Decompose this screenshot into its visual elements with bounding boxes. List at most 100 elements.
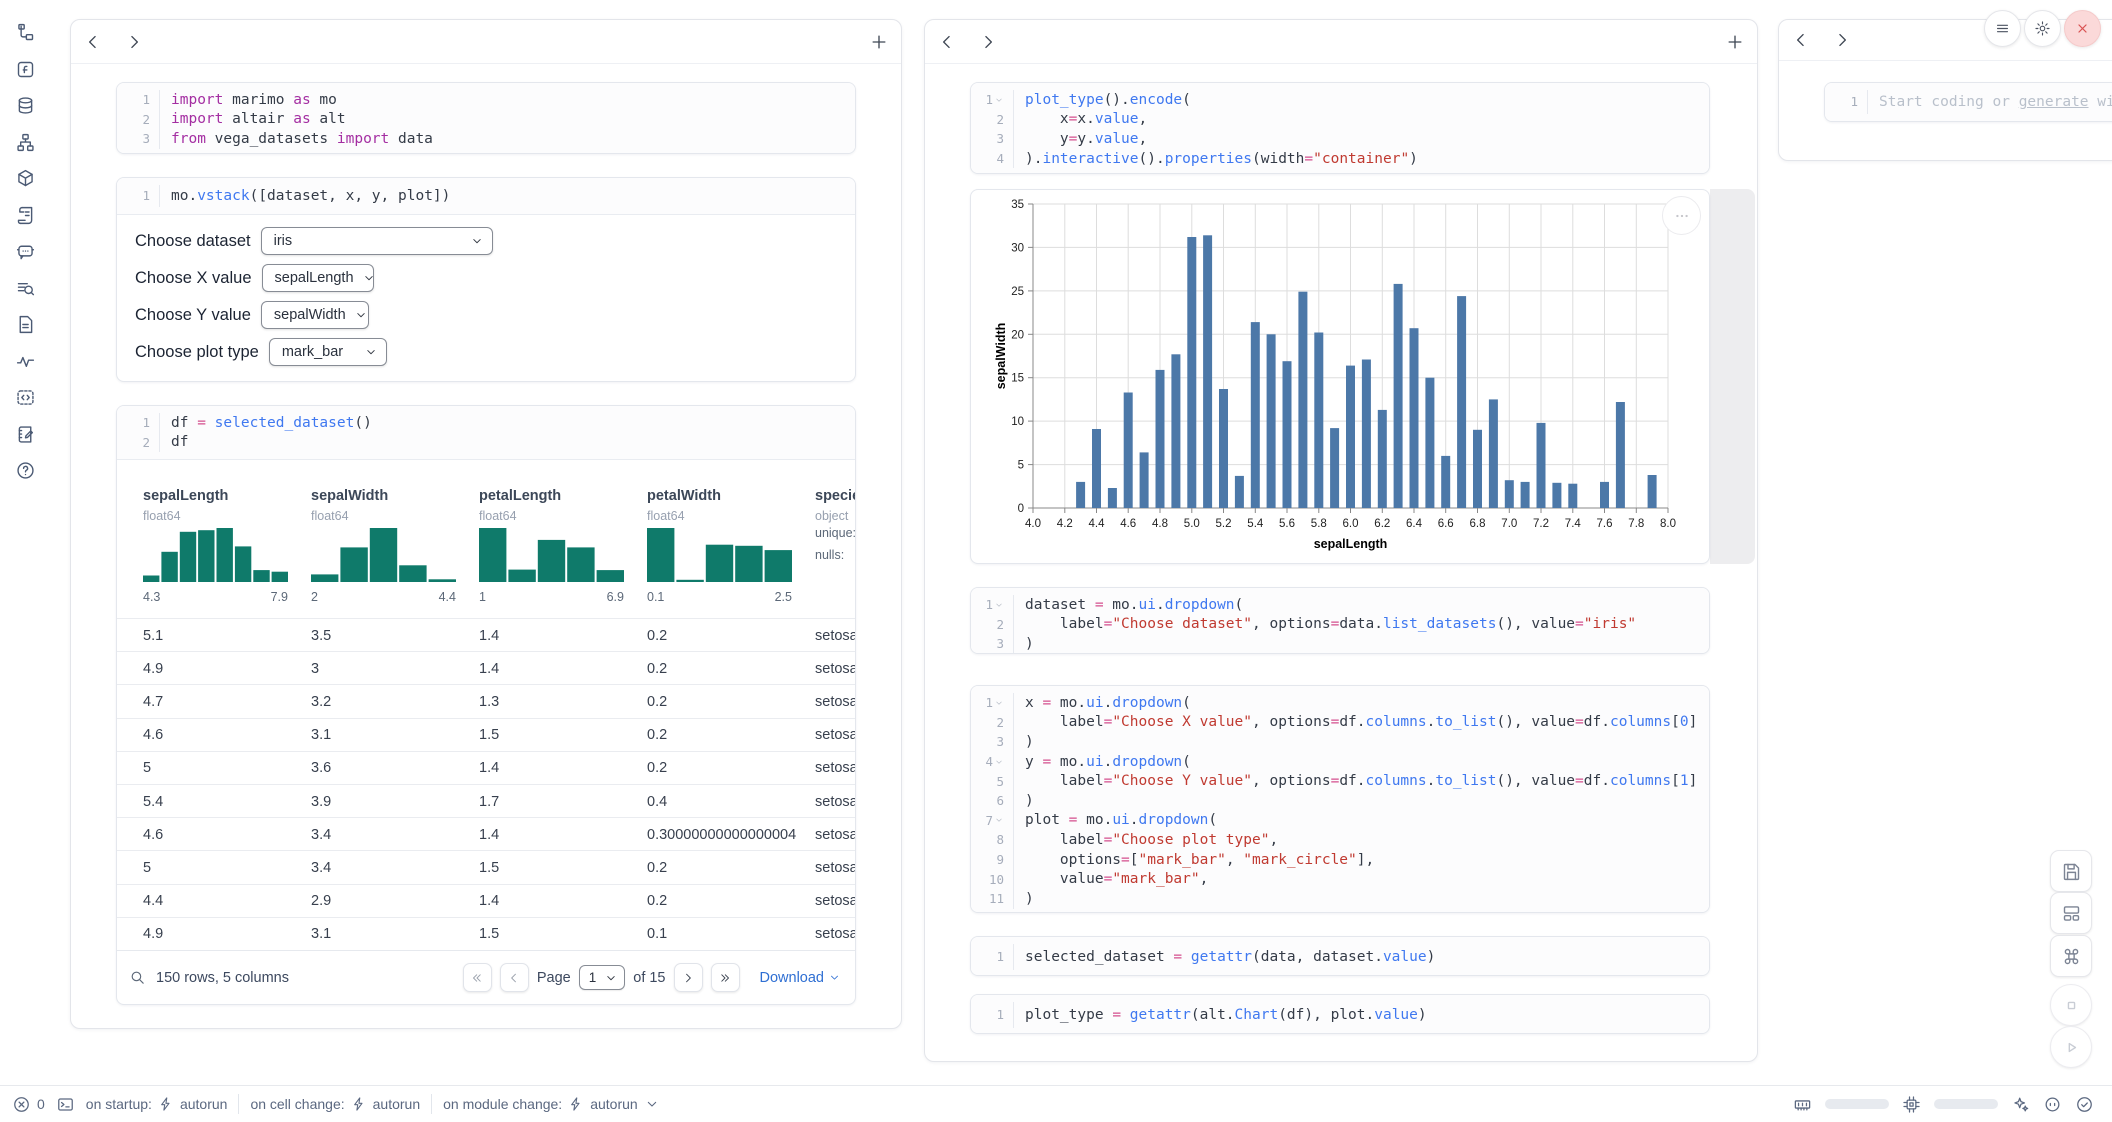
runtime-config-2[interactable]: on cell change:autorun (250, 1096, 420, 1112)
column-histogram (311, 526, 456, 582)
editor-placeholder[interactable]: Start coding or generate with AI (1867, 94, 2112, 110)
code-snippet-icon[interactable] (15, 387, 36, 408)
column-forward-button[interactable] (124, 32, 144, 52)
vstack-cell[interactable]: 1mo.vstack([dataset, x, y, plot]) Choose… (116, 177, 856, 382)
generate-link[interactable]: generate (2019, 94, 2089, 110)
column-header[interactable]: petalLength (479, 488, 561, 504)
script-icon[interactable] (15, 205, 36, 226)
table-row[interactable]: 4.73.21.30.2setosa (117, 684, 855, 718)
function-icon[interactable] (15, 59, 36, 80)
stop-button[interactable] (2050, 984, 2092, 1026)
code-editor[interactable]: 1plot_type().encode(2 x=x.value,3 y=y.va… (971, 83, 1709, 174)
svg-text:6.0: 6.0 (1343, 518, 1359, 530)
code-editor[interactable]: 1plot_type = getattr(alt.Chart(df), plot… (971, 995, 1709, 1034)
chart-actions-button[interactable] (1662, 196, 1701, 235)
table-search-icon[interactable] (129, 969, 146, 986)
code-editor[interactable]: 1dataset = mo.ui.dropdown(2 label="Choos… (971, 588, 1709, 654)
table-cell: 0.2 (647, 860, 667, 876)
control-select[interactable]: mark_bar (269, 338, 387, 366)
control-select[interactable]: iris (261, 227, 493, 255)
last-page-button[interactable] (711, 963, 740, 992)
table-cell: setosa (815, 893, 855, 909)
table-row[interactable]: 53.61.40.2setosa (117, 751, 855, 785)
svg-text:5: 5 (1018, 460, 1024, 472)
activity-icon[interactable] (15, 351, 36, 372)
page-select[interactable]: 1 (579, 965, 626, 990)
dataframe-table: sepalLengthfloat644.37.9sepalWidthfloat6… (117, 406, 855, 950)
document-icon[interactable] (15, 314, 36, 335)
search-list-icon[interactable] (15, 278, 36, 299)
code-editor[interactable]: 1mo.vstack([dataset, x, y, plot]) (117, 178, 855, 215)
imports-cell[interactable]: 1import marimo as mo2import altair as al… (116, 82, 856, 154)
column-back-button[interactable] (937, 32, 957, 52)
previous-page-button[interactable] (500, 963, 529, 992)
column-header[interactable]: sepalLength (143, 488, 228, 504)
command-palette-button[interactable] (2050, 935, 2092, 977)
chat-assistant-icon[interactable] (15, 241, 36, 262)
runtime-config-3[interactable]: on module change:autorun (443, 1096, 660, 1112)
error-counter[interactable]: 0 (12, 1095, 45, 1114)
config-value: autorun (590, 1096, 637, 1112)
table-cell: 3 (311, 661, 319, 677)
selected-dataset-cell[interactable]: 1selected_dataset = getattr(data, datase… (970, 936, 1710, 976)
terminal-icon[interactable] (56, 1095, 75, 1114)
column-header[interactable]: species (815, 488, 855, 504)
copilot-icon[interactable] (2043, 1095, 2062, 1114)
column-1-header (71, 20, 901, 64)
plot-type-cell[interactable]: 1plot_type = getattr(alt.Chart(df), plot… (970, 994, 1710, 1034)
menu-button[interactable] (1984, 10, 2021, 47)
settings-button[interactable] (2024, 10, 2061, 47)
svg-text:8.0: 8.0 (1660, 518, 1676, 530)
table-row[interactable]: 4.63.11.50.2setosa (117, 718, 855, 752)
table-cell: 0.2 (647, 727, 667, 743)
save-button[interactable] (2050, 850, 2092, 892)
table-cell: 3.1 (311, 926, 331, 942)
table-row[interactable]: 53.41.50.2setosa (117, 850, 855, 884)
help-icon[interactable] (15, 460, 36, 481)
package-icon[interactable] (15, 168, 36, 189)
page-count: of 15 (633, 970, 665, 986)
control-select[interactable]: sepalLength (262, 264, 374, 292)
column-header[interactable]: petalWidth (647, 488, 721, 504)
database-icon[interactable] (15, 95, 36, 116)
node-graph-icon[interactable] (15, 132, 36, 153)
connection-status-icon[interactable] (2075, 1095, 2094, 1114)
code-editor[interactable]: 1selected_dataset = getattr(data, datase… (971, 937, 1709, 976)
column-header[interactable]: sepalWidth (311, 488, 388, 504)
code-editor[interactable]: 1x = mo.ui.dropdown(2 label="Choose X va… (971, 686, 1709, 913)
table-cell: 1.3 (479, 694, 499, 710)
table-row[interactable]: 4.931.40.2setosa (117, 651, 855, 685)
ai-sparkles-icon[interactable] (2011, 1095, 2030, 1114)
dataframe-cell[interactable]: 1df = selected_dataset()2df sepalLengthf… (116, 405, 856, 1005)
code-editor[interactable]: 1import marimo as mo2import altair as al… (117, 83, 855, 154)
empty-code-cell[interactable]: 1 Start coding or generate with AI (1824, 82, 2112, 122)
next-page-button[interactable] (674, 963, 703, 992)
download-button[interactable]: Download (760, 970, 842, 986)
close-button[interactable] (2064, 10, 2101, 47)
table-row[interactable]: 4.93.11.50.1setosa (117, 917, 855, 950)
dataset-dropdown-cell[interactable]: 1dataset = mo.ui.dropdown(2 label="Choos… (970, 587, 1710, 654)
add-cell-button[interactable] (869, 32, 889, 52)
column-forward-button[interactable] (978, 32, 998, 52)
file-tree-icon[interactable] (15, 22, 36, 43)
run-button[interactable] (2050, 1026, 2092, 1068)
scratchpad-icon[interactable] (15, 424, 36, 445)
table-row[interactable]: 4.63.41.40.30000000000000004setosa (117, 817, 855, 851)
add-cell-button[interactable] (1725, 32, 1745, 52)
table-row[interactable]: 5.43.91.70.4setosa (117, 784, 855, 818)
first-page-button[interactable] (463, 963, 492, 992)
table-row[interactable]: 4.42.91.40.2setosa (117, 884, 855, 918)
layout-toggle-button[interactable] (2050, 892, 2092, 934)
memory-icon (1793, 1095, 1812, 1114)
control-row: Choose plot typemark_bar (135, 338, 837, 367)
chart-scrollbar[interactable] (1710, 189, 1755, 564)
column-back-button[interactable] (1791, 30, 1811, 50)
control-label: Choose dataset (135, 232, 251, 251)
table-row[interactable]: 5.13.51.40.2setosa (117, 618, 855, 652)
column-back-button[interactable] (83, 32, 103, 52)
xy-plot-dropdowns-cell[interactable]: 1x = mo.ui.dropdown(2 label="Choose X va… (970, 685, 1710, 913)
runtime-config-1[interactable]: on startup:autorun (86, 1096, 228, 1112)
column-forward-button[interactable] (1832, 30, 1852, 50)
control-select[interactable]: sepalWidth (261, 301, 369, 329)
plot-code-cell[interactable]: 1plot_type().encode(2 x=x.value,3 y=y.va… (970, 82, 1710, 174)
